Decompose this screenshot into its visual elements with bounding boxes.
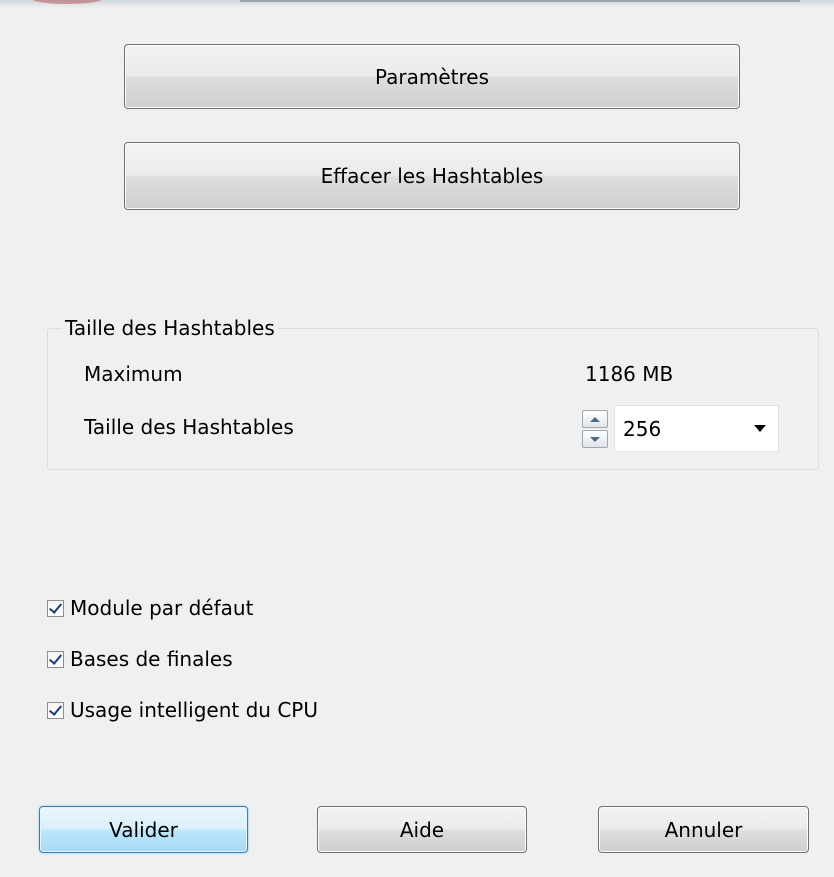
option-smart-cpu-usage[interactable]: Usage intelligent du CPU — [47, 697, 318, 723]
ok-button-label: Valider — [109, 817, 178, 842]
arrow-down-icon — [590, 436, 600, 442]
clear-hashtables-button-label: Effacer les Hashtables — [320, 164, 544, 188]
window-top-edge — [0, 0, 834, 8]
option-endgame-tablebases[interactable]: Bases de finales — [47, 646, 233, 672]
hashtable-size-combobox[interactable]: 256 — [614, 405, 779, 452]
cancel-button-label: Annuler — [664, 817, 743, 842]
cancel-button[interactable]: Annuler — [598, 806, 809, 853]
spin-up-button[interactable] — [582, 410, 608, 428]
dropdown-arrow-icon[interactable] — [754, 425, 766, 432]
help-button-label: Aide — [399, 817, 445, 842]
smart-cpu-usage-label: Usage intelligent du CPU — [70, 698, 318, 722]
endgame-tablebases-checkbox[interactable] — [47, 650, 64, 668]
arrow-up-icon — [590, 416, 600, 422]
default-engine-checkbox[interactable] — [47, 599, 64, 617]
checkmark-icon — [48, 701, 63, 716]
checkmark-icon — [48, 650, 63, 665]
checkmark-icon — [48, 599, 63, 614]
option-default-engine[interactable]: Module par défaut — [47, 595, 253, 621]
clear-hashtables-button[interactable]: Effacer les Hashtables — [124, 142, 740, 210]
spin-down-button[interactable] — [582, 430, 608, 448]
parameters-button-label: Paramètres — [374, 64, 490, 89]
default-engine-label: Module par défaut — [70, 596, 254, 620]
help-button[interactable]: Aide — [317, 806, 527, 853]
hashtable-group-title: Taille des Hashtables — [62, 315, 278, 341]
hashtable-size-label: Taille des Hashtables — [84, 415, 294, 439]
hashtable-size-spinner — [582, 410, 610, 448]
endgame-tablebases-label: Bases de finales — [70, 647, 233, 671]
parameters-button[interactable]: Paramètres — [124, 44, 740, 109]
ok-button[interactable]: Valider — [39, 806, 248, 853]
smart-cpu-usage-checkbox[interactable] — [47, 701, 64, 719]
top-edge-line — [240, 0, 800, 2]
maximum-label: Maximum — [84, 362, 183, 386]
hashtable-size-value: 256 — [623, 417, 662, 441]
top-edge-accent — [32, 0, 102, 4]
maximum-value: 1186 MB — [585, 362, 674, 386]
